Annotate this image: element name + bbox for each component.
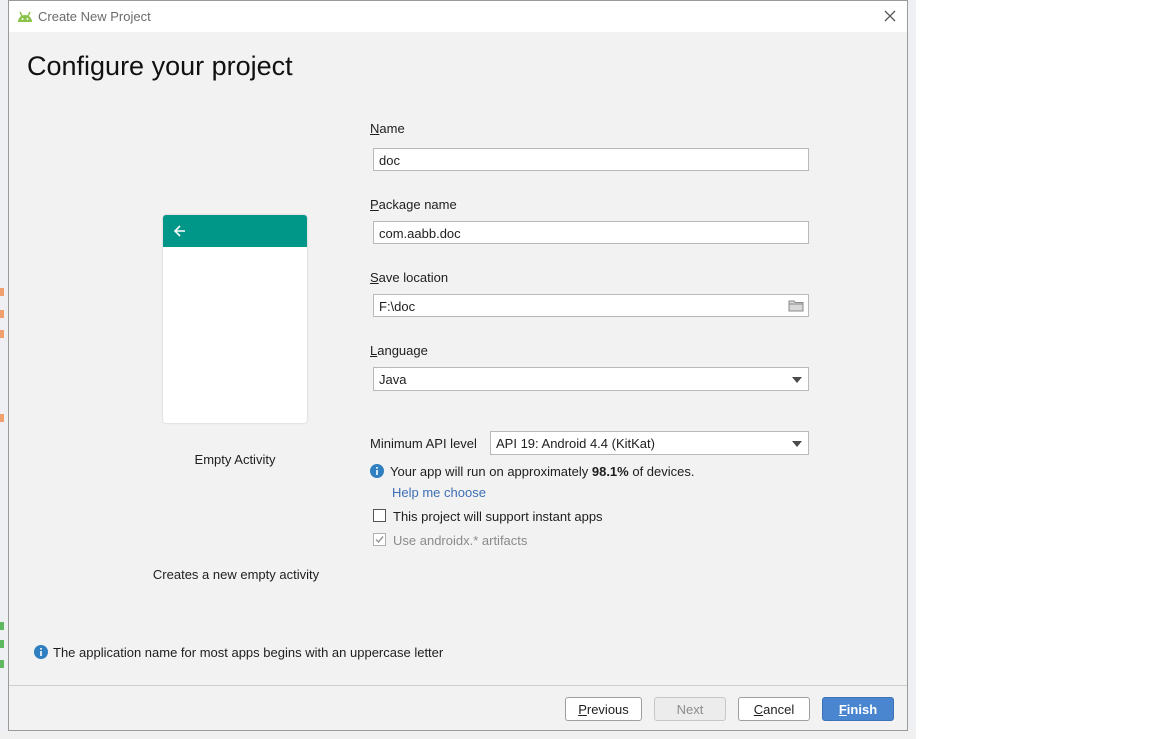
device-coverage-prefix: Your app will run on approximately — [390, 464, 592, 479]
finish-button[interactable]: Finish — [822, 697, 894, 721]
background-marker — [0, 622, 4, 630]
cancel-button[interactable]: Cancel — [738, 697, 810, 721]
next-button[interactable]: Next — [654, 697, 726, 721]
page-title: Configure your project — [27, 51, 293, 81]
min-api-select[interactable]: API 19: Android 4.4 (KitKat) — [490, 431, 809, 455]
background-marker — [0, 414, 4, 422]
template-name: Empty Activity — [194, 452, 276, 467]
info-icon — [370, 464, 384, 478]
background-ide-right-edge — [908, 0, 916, 739]
dropdown-caret-icon — [792, 441, 802, 447]
template-preview — [163, 215, 307, 423]
previous-label: revious — [586, 702, 629, 717]
save-location-label-text: ave location — [378, 270, 449, 285]
previous-mnemonic: P — [578, 702, 587, 717]
device-coverage-percent: 98.1% — [591, 464, 629, 479]
package-name-input[interactable]: com.aabb.doc — [373, 221, 809, 244]
finish-mnemonic: F — [838, 702, 847, 717]
validation-hint: The application name for most apps begin… — [53, 645, 444, 660]
name-label: Name — [370, 121, 405, 136]
name-label-mnemonic: N — [370, 121, 380, 136]
save-location-label-mnemonic: S — [370, 270, 379, 285]
name-input[interactable]: doc — [373, 148, 809, 171]
dropdown-caret-icon — [792, 377, 802, 383]
checkmark-icon — [375, 536, 384, 544]
language-label-text: anguage — [377, 343, 428, 358]
instant-apps-checkbox[interactable] — [373, 509, 386, 522]
language-selected-value: Java — [379, 372, 407, 387]
package-name-label-text: ackage name — [378, 197, 457, 212]
close-icon[interactable] — [879, 5, 901, 27]
min-api-label: Minimum API level — [370, 436, 477, 451]
device-coverage-text: Your app will run on approximately 98.1%… — [390, 464, 695, 479]
cancel-label: ancel — [763, 702, 795, 717]
language-label: Language — [370, 343, 428, 358]
androidx-label: Use androidx.* artifacts — [393, 533, 528, 548]
background-marker — [0, 288, 4, 296]
package-name-label-mnemonic: P — [370, 197, 379, 212]
cancel-mnemonic: C — [753, 702, 764, 717]
name-label-text: ame — [379, 121, 405, 136]
footer-separator — [9, 685, 907, 686]
language-select[interactable]: Java — [373, 367, 809, 391]
save-location-input[interactable]: F:\doc — [373, 294, 809, 317]
package-name-label: Package name — [370, 197, 457, 212]
dialog-title: Create New Project — [38, 9, 151, 24]
back-arrow-icon — [173, 225, 185, 237]
name-input-value: doc — [379, 153, 400, 168]
min-api-selected-value: API 19: Android 4.4 (KitKat) — [496, 436, 655, 451]
previous-button[interactable]: Previous — [565, 697, 642, 721]
dialog-titlebar: Create New Project — [9, 1, 907, 32]
background-marker — [0, 310, 4, 318]
android-icon — [18, 11, 32, 22]
background-marker — [0, 330, 4, 338]
finish-label: inish — [846, 702, 878, 717]
background-marker — [0, 660, 4, 668]
create-project-dialog: Create New Project Configure your projec… — [8, 0, 908, 731]
background-ide-bottom-edge — [0, 731, 916, 739]
package-name-value: com.aabb.doc — [379, 226, 461, 241]
save-location-value: F:\doc — [379, 299, 416, 314]
template-description: Creates a new empty activity — [152, 567, 320, 582]
save-location-label: Save location — [370, 270, 448, 285]
device-coverage-suffix: of devices. — [628, 464, 695, 479]
folder-icon[interactable] — [788, 299, 804, 312]
instant-apps-label: This project will support instant apps — [393, 509, 603, 524]
background-marker — [0, 640, 4, 648]
info-icon — [34, 645, 48, 659]
help-me-choose-link[interactable]: Help me choose — [392, 485, 486, 500]
background-ide-left-edge — [0, 0, 8, 739]
androidx-checkbox[interactable] — [373, 533, 386, 546]
